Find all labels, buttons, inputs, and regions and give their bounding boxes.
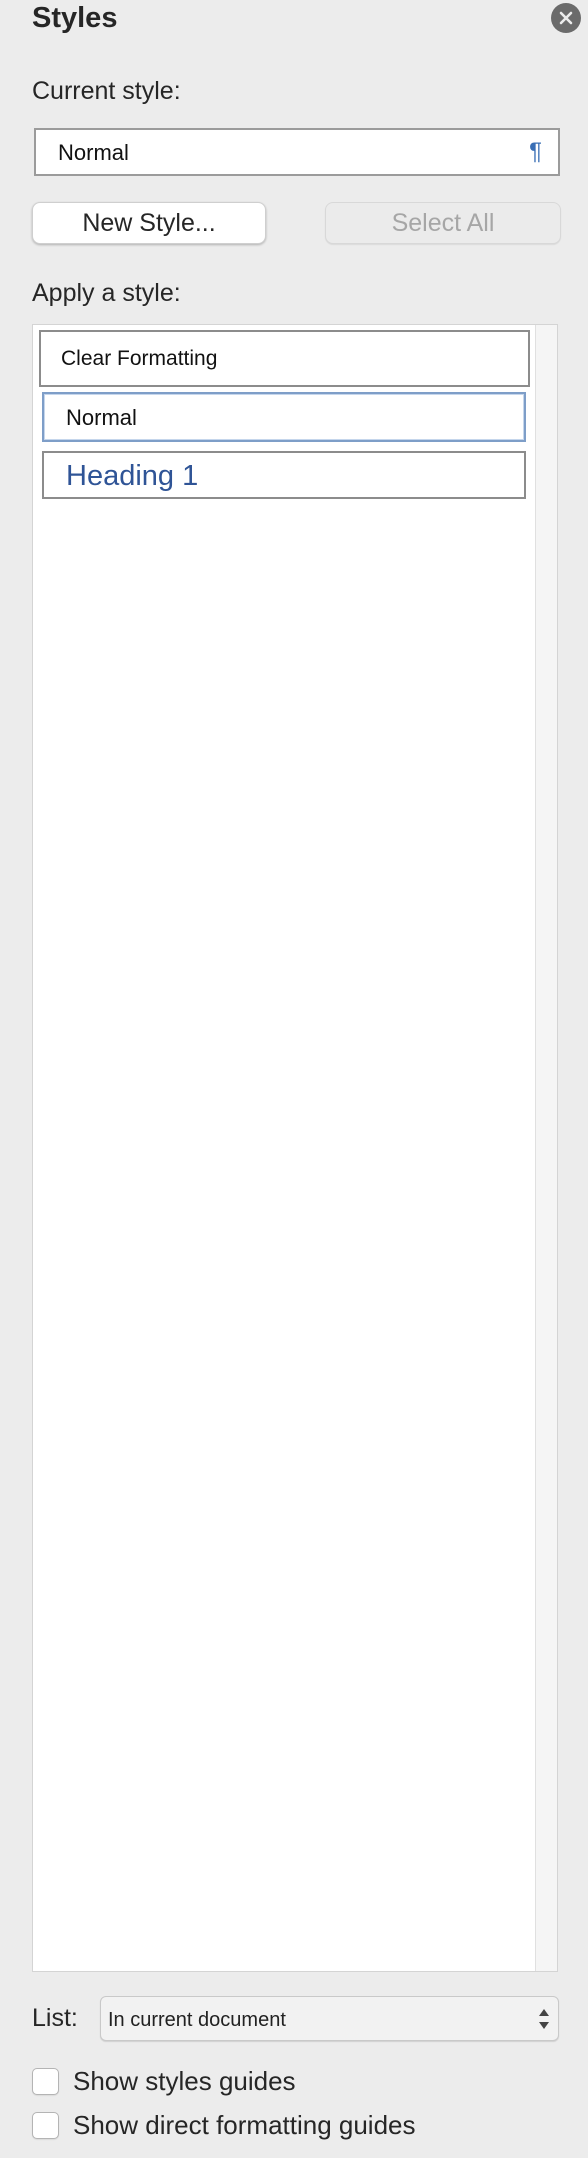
style-list[interactable]: Clear Formatting Normal Heading 1 (32, 324, 558, 1972)
list-select-value: In current document (108, 2009, 286, 2031)
list-label: List: (32, 2004, 78, 2032)
current-style-label: Current style: (32, 77, 181, 105)
show-styles-guides-checkbox[interactable]: Show styles guides (32, 2065, 296, 2097)
style-item-label: Clear Formatting (61, 347, 218, 370)
style-item-heading-1[interactable]: Heading 1 (42, 451, 526, 499)
current-style-value: Normal (58, 140, 129, 165)
style-item-normal[interactable]: Normal (42, 392, 526, 442)
list-select[interactable]: In current document (100, 1996, 559, 2041)
checkbox-box[interactable] (32, 2111, 59, 2139)
style-item-clear-formatting[interactable]: Clear Formatting (39, 330, 530, 387)
style-item-label: Heading 1 (66, 460, 199, 492)
show-direct-formatting-guides-checkbox[interactable]: Show direct formatting guides (32, 2109, 416, 2141)
apply-style-label: Apply a style: (32, 279, 181, 307)
show-styles-guides-label: Show styles guides (73, 2065, 296, 2096)
current-style-field: Normal ¶ (34, 128, 560, 176)
select-all-button[interactable]: Select All (325, 202, 561, 244)
updown-arrows-icon (539, 2009, 549, 2029)
show-direct-formatting-guides-label: Show direct formatting guides (73, 2109, 416, 2140)
panel-title: Styles (32, 2, 118, 34)
pilcrow-icon: ¶ (529, 138, 542, 165)
new-style-button[interactable]: New Style... (32, 202, 266, 244)
checkbox-box[interactable] (32, 2067, 59, 2095)
style-item-label: Normal (66, 405, 137, 430)
close-icon[interactable] (551, 3, 581, 33)
style-list-scrollbar[interactable] (535, 325, 557, 1971)
